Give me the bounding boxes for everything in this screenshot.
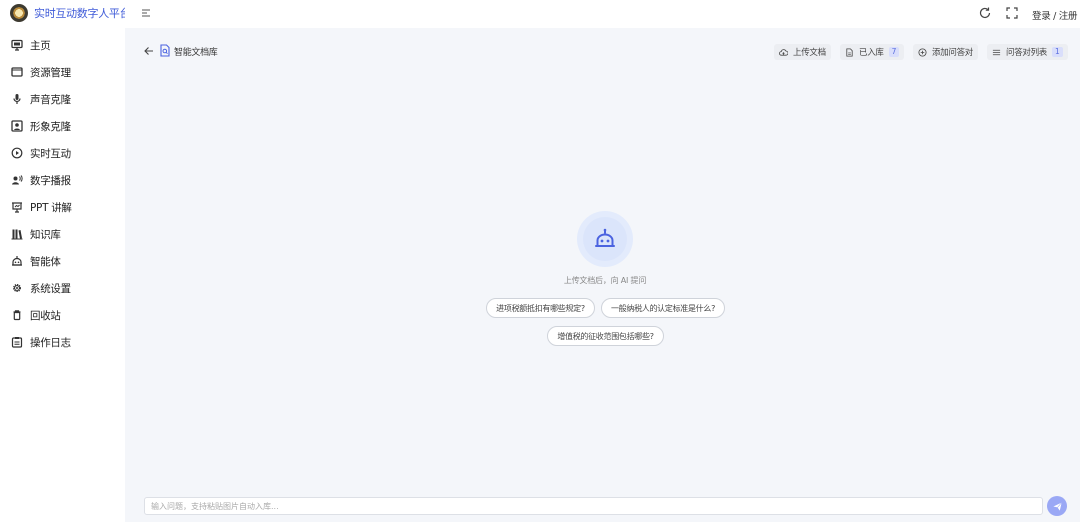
sidebar-item-label: 实时互动 [30, 147, 71, 160]
suggestion-chip[interactable]: 增值税的征收范围包括哪些? [547, 326, 664, 346]
sidebar-item-settings[interactable]: 系统设置 [0, 277, 125, 299]
send-button[interactable] [1047, 496, 1067, 516]
folder-icon [11, 66, 23, 78]
trash-icon [11, 309, 23, 321]
suggestion-chip[interactable]: 进项税额抵扣有哪些规定? [486, 298, 595, 318]
monitor-icon [11, 39, 23, 51]
refresh-icon[interactable] [978, 6, 992, 20]
play-circle-icon [11, 147, 23, 159]
clipboard-icon [11, 336, 23, 348]
sidebar-item-label: 智能体 [30, 255, 61, 268]
stored-count-badge: 7 [888, 47, 900, 57]
fullscreen-icon[interactable] [1005, 6, 1019, 20]
gear-icon [11, 282, 23, 294]
portrait-icon [11, 120, 23, 132]
microphone-icon [11, 93, 23, 105]
sidebar-item-avatar-clone[interactable]: 形象克隆 [0, 115, 125, 137]
list-icon [992, 49, 1001, 55]
sidebar-item-label: 形象克隆 [30, 120, 71, 133]
sidebar-item-voice-clone[interactable]: 声音克隆 [0, 88, 125, 110]
sidebar-item-agent[interactable]: 智能体 [0, 250, 125, 272]
sidebar-item-ppt[interactable]: PPT 讲解 [0, 196, 125, 218]
add-qa-pair-label: 添加问答对 [932, 48, 974, 58]
brand-logo [10, 4, 28, 22]
sidebar-item-label: 声音克隆 [30, 93, 71, 106]
sidebar-item-home[interactable]: 主页 [0, 34, 125, 56]
sidebar-item-label: 回收站 [30, 309, 61, 322]
sidebar-item-label: 数字播报 [30, 174, 71, 187]
qa-pair-list-button[interactable]: 问答对列表 1 [987, 44, 1068, 60]
brand-name: 实时互动数字人平台 [34, 7, 131, 20]
sidebar: 实时互动数字人平台 主页 资源管理 声音克隆 形象克隆 实时互动 数字播报 PP… [0, 0, 131, 522]
cloud-upload-icon [779, 48, 788, 56]
chat-input[interactable] [144, 497, 1043, 515]
qa-pair-list-label: 问答对列表 [1006, 48, 1048, 58]
add-qa-pair-button[interactable]: 添加问答对 [913, 44, 979, 60]
menu-collapse-icon[interactable] [140, 7, 152, 19]
plus-circle-icon [918, 47, 927, 57]
robot-icon [11, 255, 23, 267]
sidebar-item-logs[interactable]: 操作日志 [0, 331, 125, 353]
document-search-icon [159, 44, 171, 57]
broadcast-icon [11, 174, 23, 186]
document-icon [846, 47, 853, 57]
books-icon [11, 228, 23, 240]
sidebar-item-broadcast[interactable]: 数字播报 [0, 169, 125, 191]
empty-state-hint: 上传文档后，向 AI 提问 [563, 276, 647, 285]
sidebar-item-recycle[interactable]: 回收站 [0, 304, 125, 326]
sidebar-item-label: 系统设置 [30, 282, 71, 295]
login-register-link[interactable]: 登录 / 注册 [1032, 8, 1077, 22]
upload-document-button[interactable]: 上传文档 [774, 44, 831, 60]
top-header: 登录 / 注册 [125, 0, 1080, 28]
sidebar-item-label: 知识库 [30, 228, 61, 241]
suggestion-chip[interactable]: 一般纳税人的认定标准是什么? [601, 298, 725, 318]
sidebar-item-label: 资源管理 [30, 66, 71, 79]
page-title: 智能文档库 [174, 48, 218, 58]
stored-documents-button[interactable]: 已入库 7 [840, 44, 905, 60]
sidebar-item-realtime[interactable]: 实时互动 [0, 142, 125, 164]
back-arrow-icon[interactable] [143, 45, 155, 57]
stored-documents-label: 已入库 [859, 48, 884, 58]
qa-list-count-badge: 1 [1052, 47, 1063, 57]
sidebar-item-label: 操作日志 [30, 336, 71, 349]
upload-document-label: 上传文档 [793, 48, 826, 58]
main-content: 智能文档库 上传文档 已入库 7 添加问答对 问答对列表 1 上传文档后，向 A… [125, 28, 1080, 522]
brand[interactable]: 实时互动数字人平台 [10, 3, 131, 23]
assistant-avatar [577, 211, 633, 267]
robot-icon [595, 228, 615, 247]
presentation-icon [11, 201, 23, 213]
sidebar-item-label: 主页 [30, 39, 51, 52]
sidebar-item-resources[interactable]: 资源管理 [0, 61, 125, 83]
sidebar-item-knowledge[interactable]: 知识库 [0, 223, 125, 245]
send-icon [1052, 501, 1062, 511]
sidebar-item-label: PPT 讲解 [30, 201, 72, 214]
